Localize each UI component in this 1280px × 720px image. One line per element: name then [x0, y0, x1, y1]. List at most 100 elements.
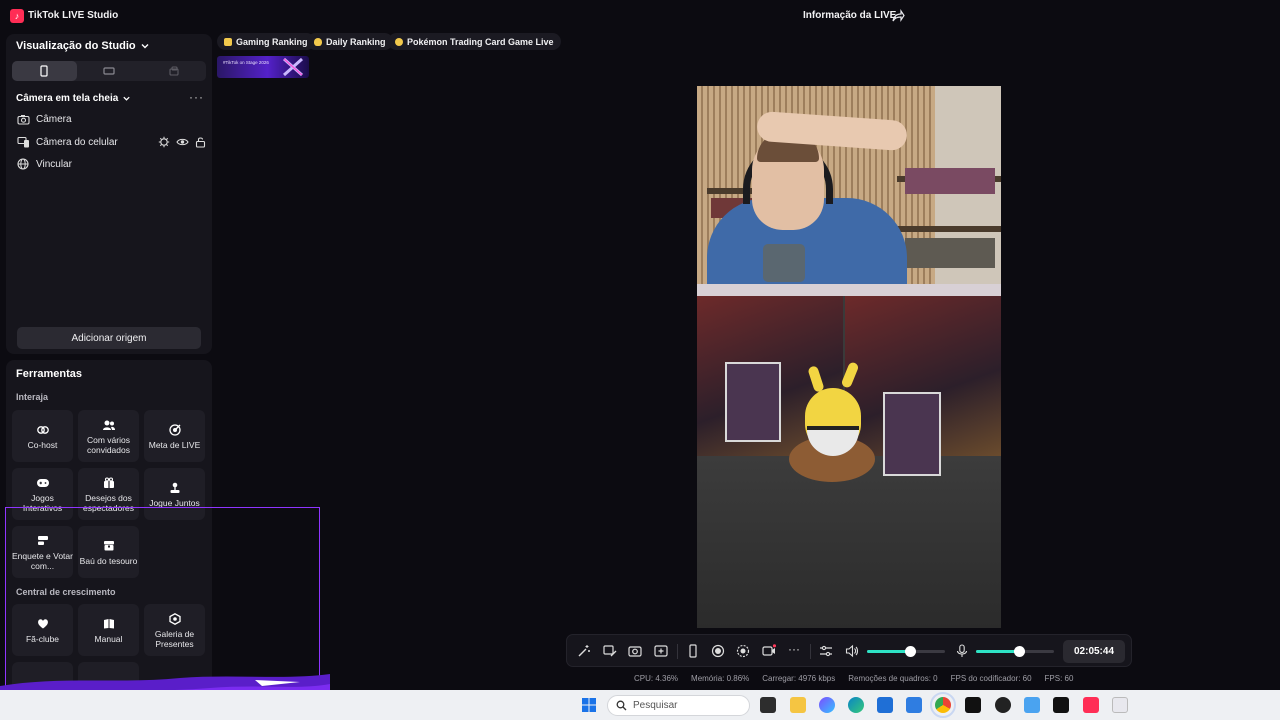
microphone-volume-slider[interactable] [976, 646, 1054, 657]
camera-divider [697, 284, 1001, 296]
capture-screen-icon[interactable] [654, 644, 668, 658]
banner-text: #TikTok on Stage 2026 [223, 60, 269, 65]
dual-layout-icon [169, 66, 179, 76]
tool-label: Co-host [27, 439, 58, 450]
app-icon[interactable] [1053, 697, 1069, 713]
eye-icon[interactable] [176, 136, 189, 148]
category-icon [395, 37, 403, 46]
speaker-volume-slider[interactable] [867, 646, 945, 657]
source-actions [158, 136, 206, 148]
product-box [905, 168, 995, 194]
x-logo-icon [283, 57, 303, 77]
search-icon [616, 700, 627, 711]
slider-fill [976, 650, 1019, 653]
live-info-button[interactable]: Informação da LIVE [803, 10, 896, 21]
capcut-icon[interactable] [965, 697, 981, 713]
chevron-down-icon [123, 96, 130, 101]
tool-label: Com vários convidados [86, 434, 130, 455]
file-explorer-icon[interactable] [790, 697, 806, 713]
more-options-icon[interactable]: ··· [189, 90, 204, 104]
windows-taskbar: Pesquisar [0, 690, 1280, 720]
tool-multi-guest[interactable]: Com vários convidados [78, 410, 139, 462]
tiktok-logo-icon: ♪ [10, 9, 24, 23]
separator [810, 644, 811, 659]
camera-icon [16, 112, 30, 126]
joystick-icon [168, 481, 182, 495]
slider-knob[interactable] [904, 646, 916, 657]
add-source-button[interactable]: Adicionar origem [17, 327, 201, 349]
studio-panel: Visualização do Studio Câmera em tela ch… [6, 34, 212, 354]
tool-label: Meta de LIVE [148, 439, 201, 450]
slider-knob[interactable] [1013, 646, 1025, 657]
separator [677, 644, 678, 659]
layout-edit-icon[interactable] [603, 644, 617, 658]
mail-icon[interactable] [906, 697, 922, 713]
section-interact: Interaja [16, 392, 49, 402]
tool-co-host[interactable]: Co-host [12, 410, 73, 462]
gaming-ranking-pill[interactable]: Gaming Ranking [217, 33, 315, 50]
live-timer: 02:05:44 [1063, 640, 1125, 663]
landscape-icon [103, 67, 115, 75]
replay-icon[interactable] [736, 644, 750, 658]
source-item-phone-camera[interactable]: Câmera do celular [16, 133, 206, 151]
store-icon[interactable] [877, 697, 893, 713]
globe-icon [16, 157, 30, 171]
tiktok-live-studio-icon[interactable] [1083, 697, 1099, 713]
camera-recording-icon[interactable] [762, 644, 776, 658]
app-icon[interactable] [995, 697, 1011, 713]
slider-fill [867, 650, 910, 653]
source-item-link[interactable]: Vincular [16, 155, 206, 173]
performance-stats: CPU: 4.36% Memória: 0.86% Carregar: 4976… [634, 674, 1073, 683]
encoder-fps-stat: FPS do codificador: 60 [950, 674, 1032, 683]
edge-icon[interactable] [848, 697, 864, 713]
daily-ranking-pill[interactable]: Daily Ranking [307, 33, 393, 50]
product-box [905, 238, 995, 268]
category-ranking-pill[interactable]: Pokémon Trading Card Game Live [388, 33, 561, 50]
studio-title: Visualização do Studio [16, 40, 136, 52]
mobile-view-icon[interactable] [686, 644, 700, 658]
memory-stat: Memória: 0.86% [691, 674, 750, 683]
microphone-icon[interactable] [955, 644, 969, 658]
more-options-icon[interactable]: ··· [787, 642, 801, 656]
tool-label: Jogue Juntos [149, 497, 200, 508]
dual-layout-button[interactable] [141, 61, 206, 81]
fire-icon [314, 37, 322, 46]
source-label: Câmera do celular [36, 136, 118, 148]
record-icon[interactable] [711, 644, 725, 658]
screenshot-icon[interactable] [628, 644, 642, 658]
target-icon [168, 423, 182, 437]
speaker-icon[interactable] [845, 644, 859, 658]
snipping-tool-icon[interactable] [1112, 697, 1128, 713]
lock-icon[interactable] [195, 136, 206, 148]
landscape-button[interactable] [77, 61, 142, 81]
orientation-switcher [12, 61, 206, 81]
share-icon[interactable] [891, 9, 905, 23]
tool-live-goal[interactable]: Meta de LIVE [144, 410, 205, 462]
fps-stat: FPS: 60 [1044, 674, 1074, 683]
ranking-label: Pokémon Trading Card Game Live [407, 36, 554, 47]
source-item-camera[interactable]: Câmera [16, 110, 206, 128]
title-bar: ♪ TikTok LIVE Studio Informação da LIVE [0, 0, 1280, 32]
settings-icon[interactable] [158, 136, 170, 148]
taskbar-search[interactable]: Pesquisar [607, 695, 750, 716]
chevron-down-icon [141, 44, 149, 49]
magic-wand-icon[interactable] [577, 644, 591, 658]
sliders-icon[interactable] [819, 644, 833, 658]
copilot-icon[interactable] [819, 697, 835, 713]
users-icon [102, 418, 116, 432]
event-banner[interactable]: #TikTok on Stage 2026 [217, 56, 309, 78]
task-view-icon[interactable] [760, 697, 776, 713]
windows-start-icon[interactable] [581, 697, 597, 713]
chrome-icon[interactable] [930, 692, 956, 718]
scene-title: Câmera em tela cheia [16, 93, 119, 104]
ranking-label: Gaming Ranking [236, 36, 308, 47]
scene-dropdown[interactable]: Câmera em tela cheia [16, 93, 131, 104]
portrait-button[interactable] [12, 61, 77, 81]
studio-view-dropdown[interactable]: Visualização do Studio [16, 40, 150, 52]
graded-card [725, 362, 781, 442]
tools-title: Ferramentas [16, 368, 83, 380]
live-preview[interactable] [697, 86, 1001, 628]
search-placeholder: Pesquisar [633, 700, 678, 711]
app-title: TikTok LIVE Studio [28, 10, 119, 21]
app-icon[interactable] [1024, 697, 1040, 713]
